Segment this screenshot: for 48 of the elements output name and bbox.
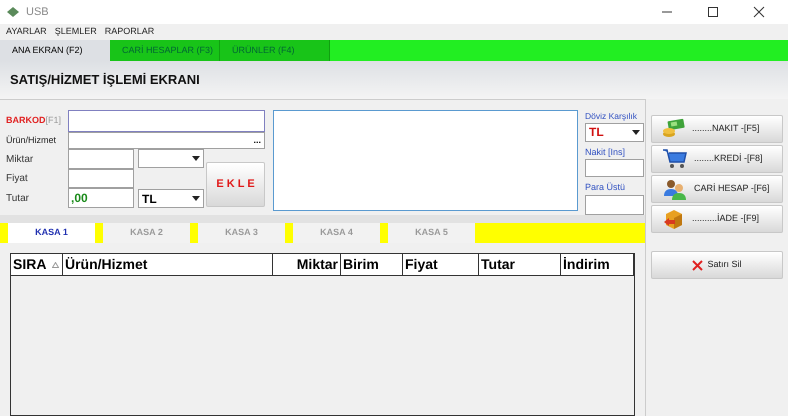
notes-field[interactable] xyxy=(273,110,578,211)
window-title: USB xyxy=(26,4,49,20)
total-field[interactable]: ,00 xyxy=(68,188,134,208)
payment-button[interactable]: CARİ HESAP -[F6] xyxy=(651,175,783,203)
barcode-field[interactable] xyxy=(68,110,265,132)
people-icon xyxy=(662,178,688,200)
page-title: SATIŞ/HİZMET İŞLEMİ EKRANI xyxy=(10,71,200,90)
browse-button[interactable]: ... xyxy=(250,134,264,148)
close-icon xyxy=(692,260,704,270)
column-header[interactable]: Tutar xyxy=(479,254,561,275)
column-header[interactable]: Fiyat xyxy=(403,254,479,275)
product-label: Ürün/Hizmet xyxy=(6,134,58,147)
cash-label: Nakit [Ins] xyxy=(585,146,626,159)
column-header[interactable]: Ürün/Hizmet xyxy=(63,254,273,275)
total-label: Tutar xyxy=(6,192,30,206)
menu-item[interactable]: ŞLEMLER xyxy=(54,25,97,39)
barcode-label: BARKOD[F1] xyxy=(6,114,62,128)
column-header[interactable]: SIRA xyxy=(11,254,63,275)
delete-row-button[interactable]: Satırı Sil xyxy=(651,251,783,279)
exchange-dropdown[interactable]: TL xyxy=(585,122,644,142)
tab[interactable]: ANA EKRAN (F2) xyxy=(0,40,110,61)
menu-item[interactable]: RAPORLAR xyxy=(104,25,154,39)
price-label: Fiyat xyxy=(6,172,29,186)
currency-dropdown[interactable]: TL xyxy=(138,189,204,208)
column-header[interactable]: Birim xyxy=(341,254,403,275)
column-header[interactable]: İndirim xyxy=(561,254,634,275)
exchange-label: Döviz Karşılık xyxy=(585,110,638,123)
unit-dropdown[interactable] xyxy=(138,149,204,168)
cart-icon xyxy=(662,148,688,170)
quantity-label: Miktar xyxy=(6,152,34,166)
add-button[interactable]: E K L E xyxy=(206,162,265,207)
app-icon xyxy=(6,6,20,18)
product-field[interactable]: ... xyxy=(68,132,265,149)
payment-button[interactable]: ........NAKIT -[F5] xyxy=(651,115,783,143)
cash-field[interactable] xyxy=(585,159,644,178)
dropdown-caret-icon xyxy=(632,130,640,135)
change-label: Para Üstü xyxy=(585,181,626,194)
dropdown-caret-icon xyxy=(192,156,200,161)
quantity-field[interactable] xyxy=(68,149,134,169)
dropdown-caret-icon xyxy=(192,196,200,201)
money-icon xyxy=(662,118,686,140)
price-field[interactable] xyxy=(68,169,134,188)
column-header[interactable]: Miktar xyxy=(273,254,341,275)
payment-button[interactable]: ........KREDİ -[F8] xyxy=(651,145,783,173)
menu-item[interactable]: AYARLAR xyxy=(6,25,47,39)
payment-button[interactable]: ..........İADE -[F9] xyxy=(651,205,783,233)
change-field[interactable] xyxy=(585,194,644,215)
sort-icon xyxy=(52,262,60,268)
